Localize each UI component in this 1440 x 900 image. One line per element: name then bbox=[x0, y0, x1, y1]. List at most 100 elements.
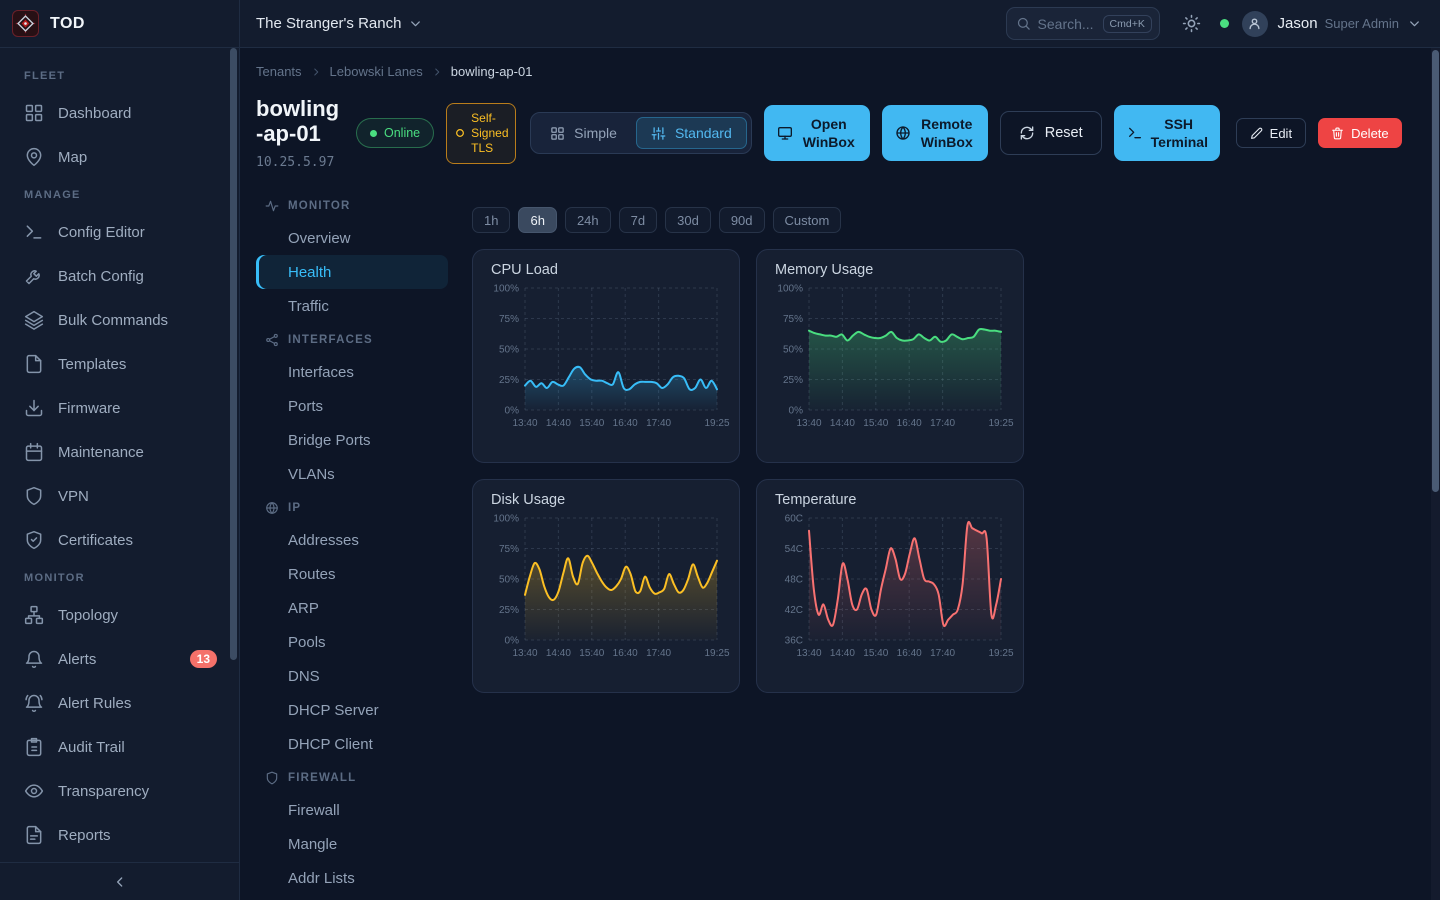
sidebar-item-bulk-commands[interactable]: Bulk Commands bbox=[0, 298, 239, 342]
sidebar-item-transparency[interactable]: Transparency bbox=[0, 769, 239, 813]
certificate-warning-icon bbox=[455, 128, 465, 138]
subnav-item-pools[interactable]: Pools bbox=[256, 625, 448, 659]
subnav-head-monitor: MONITOR bbox=[256, 191, 448, 221]
disk-usage-chart: 0%25%50%75%100%13:4014:4015:4016:4017:40… bbox=[481, 510, 733, 674]
sidebar-item-label: Map bbox=[58, 149, 87, 166]
sidebar-item-dashboard[interactable]: Dashboard bbox=[0, 91, 239, 135]
svg-text:14:40: 14:40 bbox=[546, 648, 571, 659]
subnav-item-routes[interactable]: Routes bbox=[256, 557, 448, 591]
edit-button[interactable]: Edit bbox=[1236, 118, 1306, 148]
sidebar-item-config-editor[interactable]: Config Editor bbox=[0, 210, 239, 254]
sidebar-item-audit-trail[interactable]: Audit Trail bbox=[0, 725, 239, 769]
svg-text:25%: 25% bbox=[783, 375, 803, 386]
subnav-section-label: INTERFACES bbox=[288, 334, 373, 346]
open-winbox-button[interactable]: Open WinBox bbox=[764, 105, 870, 161]
chart-title: Memory Usage bbox=[775, 262, 1015, 278]
page-title: bowling-ap-01 bbox=[256, 96, 344, 146]
monitor-icon bbox=[777, 125, 793, 141]
tod-logo-icon bbox=[15, 13, 36, 34]
sidebar-item-alerts[interactable]: Alerts 13 bbox=[0, 637, 239, 681]
sidebar-item-label: Alert Rules bbox=[58, 695, 131, 712]
breadcrumb-tenants[interactable]: Tenants bbox=[256, 64, 302, 79]
subnav-item-mangle[interactable]: Mangle bbox=[256, 827, 448, 861]
ssh-terminal-button[interactable]: SSH Terminal bbox=[1114, 105, 1220, 161]
sidebar-section-manage: MANAGE bbox=[0, 179, 239, 210]
svg-text:15:40: 15:40 bbox=[863, 418, 888, 429]
subnav-item-overview[interactable]: Overview bbox=[256, 221, 448, 255]
pencil-icon bbox=[1250, 127, 1263, 140]
sidebar-item-vpn[interactable]: VPN bbox=[0, 474, 239, 518]
layers-icon bbox=[24, 310, 44, 330]
sidebar-scrollbar[interactable] bbox=[230, 48, 237, 660]
online-dot-icon bbox=[370, 130, 377, 137]
subnav-item-conntrack[interactable]: ConnTrack bbox=[256, 895, 448, 900]
search-input[interactable] bbox=[1038, 16, 1096, 32]
sidebar-collapse-button[interactable] bbox=[0, 862, 239, 900]
sidebar-item-label: Transparency bbox=[58, 783, 149, 800]
subnav-item-interfaces[interactable]: Interfaces bbox=[256, 355, 448, 389]
subnav-item-arp[interactable]: ARP bbox=[256, 591, 448, 625]
time-range-1h[interactable]: 1h bbox=[472, 207, 510, 233]
breadcrumb: Tenants Lebowski Lanes bowling-ap-01 bbox=[256, 64, 1440, 79]
svg-text:13:40: 13:40 bbox=[512, 648, 537, 659]
subnav-item-dhcp-client[interactable]: DHCP Client bbox=[256, 727, 448, 761]
subnav-item-health[interactable]: Health bbox=[256, 255, 448, 289]
theme-toggle-button[interactable] bbox=[1182, 14, 1202, 34]
main-scrollbar-thumb[interactable] bbox=[1432, 50, 1439, 492]
time-range-6h[interactable]: 6h bbox=[518, 207, 556, 233]
sidebar-item-firmware[interactable]: Firmware bbox=[0, 386, 239, 430]
sidebar-item-batch-config[interactable]: Batch Config bbox=[0, 254, 239, 298]
sidebar-item-topology[interactable]: Topology bbox=[0, 593, 239, 637]
subnav-item-dhcp-server[interactable]: DHCP Server bbox=[256, 693, 448, 727]
terminal-icon bbox=[1127, 125, 1143, 141]
svg-text:17:40: 17:40 bbox=[930, 418, 955, 429]
sidebar-item-certificates[interactable]: Certificates bbox=[0, 518, 239, 562]
delete-button[interactable]: Delete bbox=[1318, 118, 1402, 148]
subnav-section-label: FIREWALL bbox=[288, 772, 356, 784]
map-pin-icon bbox=[24, 147, 44, 167]
topbar: TOD The Stranger's Ranch Cmd+K Jason Sup… bbox=[0, 0, 1440, 48]
sliders-icon bbox=[651, 126, 666, 141]
main-scrollbar-track[interactable] bbox=[1431, 48, 1440, 900]
tenant-selector[interactable]: The Stranger's Ranch bbox=[256, 15, 423, 32]
device-header: bowling-ap-01 10.25.5.97 Online Self-Sig… bbox=[256, 93, 1440, 173]
subnav-item-ports[interactable]: Ports bbox=[256, 389, 448, 423]
subnav-item-addresses[interactable]: Addresses bbox=[256, 523, 448, 557]
time-range-24h[interactable]: 24h bbox=[565, 207, 611, 233]
subnav-section-monitor: MONITOR Overview Health Traffic bbox=[256, 191, 448, 323]
view-mode-label: Standard bbox=[675, 125, 732, 141]
subnav-item-vlans[interactable]: VLANs bbox=[256, 457, 448, 491]
time-range-7d[interactable]: 7d bbox=[619, 207, 657, 233]
breadcrumb-tenant-name[interactable]: Lebowski Lanes bbox=[330, 64, 423, 79]
subnav-item-traffic[interactable]: Traffic bbox=[256, 289, 448, 323]
sidebar-item-templates[interactable]: Templates bbox=[0, 342, 239, 386]
subnav-item-dns[interactable]: DNS bbox=[256, 659, 448, 693]
file-icon bbox=[24, 354, 44, 374]
search-box[interactable]: Cmd+K bbox=[1006, 7, 1160, 40]
sidebar-item-label: Certificates bbox=[58, 532, 133, 549]
svg-text:19:25: 19:25 bbox=[704, 418, 729, 429]
view-mode-standard[interactable]: Standard bbox=[636, 117, 747, 149]
chart-card-memory-usage: Memory Usage 0%25%50%75%100%13:4014:4015… bbox=[756, 249, 1024, 463]
svg-text:16:40: 16:40 bbox=[613, 418, 638, 429]
sidebar-item-reports[interactable]: Reports bbox=[0, 813, 239, 857]
sidebar-item-alert-rules[interactable]: Alert Rules bbox=[0, 681, 239, 725]
chart-title: Disk Usage bbox=[491, 492, 731, 508]
time-range-custom[interactable]: Custom bbox=[773, 207, 842, 233]
sidebar-item-map[interactable]: Map bbox=[0, 135, 239, 179]
reset-button[interactable]: Reset bbox=[1000, 111, 1102, 155]
tls-warning-badge: Self-Signed TLS bbox=[446, 103, 516, 164]
sidebar-item-maintenance[interactable]: Maintenance bbox=[0, 430, 239, 474]
subnav-item-bridge-ports[interactable]: Bridge Ports bbox=[256, 423, 448, 457]
user-menu-chevron-icon[interactable] bbox=[1407, 16, 1422, 31]
remote-winbox-button[interactable]: Remote WinBox bbox=[882, 105, 988, 161]
subnav-head-interfaces: INTERFACES bbox=[256, 325, 448, 355]
subnav-item-firewall[interactable]: Firewall bbox=[256, 793, 448, 827]
avatar[interactable] bbox=[1242, 11, 1268, 37]
view-mode-simple[interactable]: Simple bbox=[535, 117, 632, 149]
subnav-item-addr-lists[interactable]: Addr Lists bbox=[256, 861, 448, 895]
refresh-icon bbox=[1019, 125, 1035, 141]
time-range-90d[interactable]: 90d bbox=[719, 207, 765, 233]
grid-icon bbox=[550, 126, 565, 141]
time-range-30d[interactable]: 30d bbox=[665, 207, 711, 233]
